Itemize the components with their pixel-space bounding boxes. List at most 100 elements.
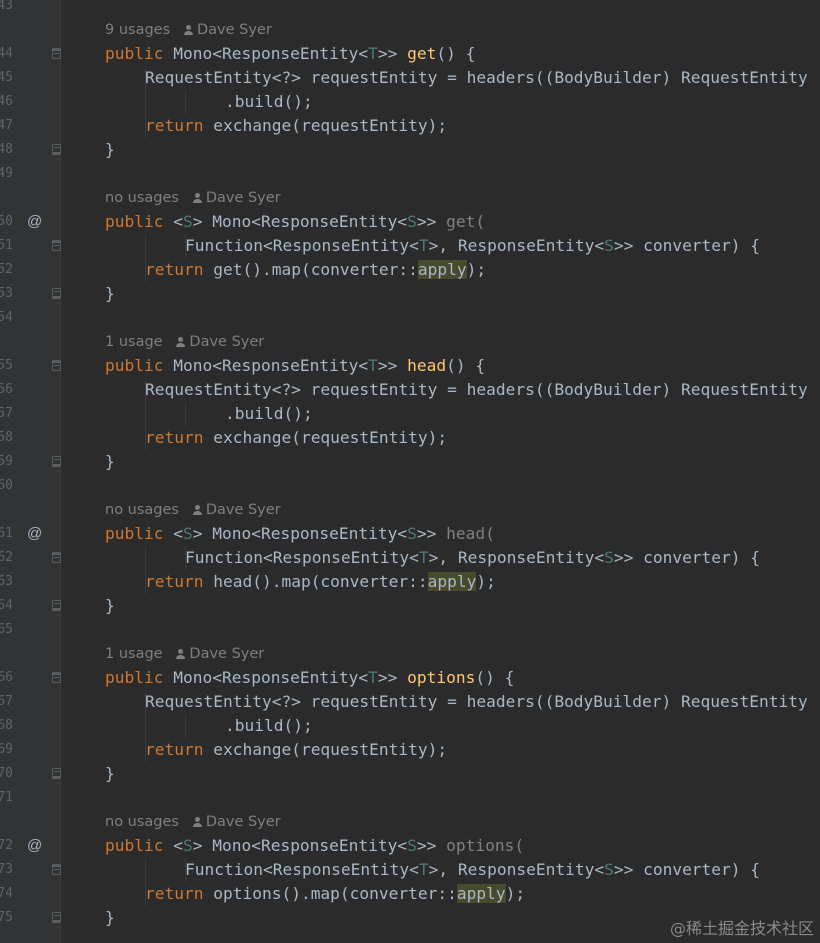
usages-hint[interactable]: 1 usage Dave Syer (105, 642, 264, 666)
code-line[interactable]: 72 @ public <S> Mono<ResponseEntity<S>> op… (0, 834, 820, 858)
code-text[interactable]: return exchange(requestEntity); (145, 426, 447, 450)
usages-count[interactable]: no usages (105, 190, 179, 206)
code-line[interactable]: 64} (0, 594, 820, 618)
code-text[interactable]: } (105, 594, 115, 618)
line-number: 47 (0, 118, 13, 133)
code-text[interactable]: return head().map(converter::apply); (145, 570, 496, 594)
code-line[interactable]: 44 public Mono<ResponseEntity<T>> get() { (0, 42, 820, 66)
code-text[interactable]: Function<ResponseEntity<T>, ResponseEnti… (185, 546, 760, 570)
author-name[interactable]: Dave Syer (206, 814, 281, 830)
code-line[interactable]: 63 return head().map(converter::apply); (0, 570, 820, 594)
code-line[interactable]: 56 RequestEntity<?> requestEntity = heade… (0, 378, 820, 402)
usages-count[interactable]: 9 usages (105, 22, 170, 38)
code-line[interactable]: 58 return exchange(requestEntity); (0, 426, 820, 450)
code-token: () { (475, 668, 515, 687)
code-text[interactable]: Function<ResponseEntity<T>, ResponseEnti… (185, 858, 760, 882)
author-name[interactable]: Dave Syer (197, 22, 272, 38)
code-line[interactable]: 69 return exchange(requestEntity); (0, 738, 820, 762)
person-icon (176, 337, 186, 347)
code-text[interactable]: return exchange(requestEntity); (145, 114, 447, 138)
author-name[interactable]: Dave Syer (206, 502, 281, 518)
code-line[interactable]: 50 @ public <S> Mono<ResponseEntity<S>> ge… (0, 210, 820, 234)
code-text[interactable]: } (105, 906, 115, 930)
code-token: T (368, 44, 378, 63)
line-number: 52 (0, 262, 13, 277)
code-text[interactable]: RequestEntity<?> requestEntity = headers… (145, 378, 808, 402)
code-text[interactable]: .build(); (225, 402, 313, 426)
code-line[interactable]: 57 .build(); (0, 402, 820, 426)
code-editor[interactable]: 43 9 usages Dave Syer 44 public Mono<Respon… (0, 0, 820, 943)
code-text[interactable]: public <S> Mono<ResponseEntity<S>> get( (105, 210, 485, 234)
fold-open-icon[interactable] (52, 552, 61, 563)
line-number: 72 (0, 838, 13, 853)
fold-open-icon[interactable] (52, 672, 61, 683)
code-line[interactable]: 59} (0, 450, 820, 474)
code-text[interactable]: return exchange(requestEntity); (145, 738, 447, 762)
code-text[interactable]: public Mono<ResponseEntity<T>> get() { (105, 42, 475, 66)
fold-close-icon[interactable] (52, 600, 61, 611)
line-number: 62 (0, 550, 13, 565)
override-marker-icon[interactable]: @ (27, 522, 42, 546)
code-text[interactable]: Function<ResponseEntity<T>, ResponseEnti… (185, 234, 760, 258)
code-text[interactable]: RequestEntity<?> requestEntity = headers… (145, 690, 808, 714)
usages-count[interactable]: no usages (105, 814, 179, 830)
code-line[interactable]: 61 @ public <S> Mono<ResponseEntity<S>> he… (0, 522, 820, 546)
usages-hint[interactable]: 9 usages Dave Syer (105, 18, 272, 42)
usages-count[interactable]: no usages (105, 502, 179, 518)
code-text[interactable]: } (105, 762, 115, 786)
line-number: 67 (0, 694, 13, 709)
code-text[interactable]: return get().map(converter::apply); (145, 258, 486, 282)
usages-hint[interactable]: no usages Dave Syer (105, 186, 281, 210)
code-text[interactable]: .build(); (225, 90, 313, 114)
fold-close-icon[interactable] (52, 288, 61, 299)
override-marker-icon[interactable]: @ (27, 210, 42, 234)
author-name[interactable]: Dave Syer (189, 646, 264, 662)
code-text[interactable]: } (105, 450, 115, 474)
usages-hint[interactable]: no usages Dave Syer (105, 498, 281, 522)
code-line[interactable]: 68 .build(); (0, 714, 820, 738)
fold-close-icon[interactable] (52, 912, 61, 923)
line-number: 44 (0, 46, 13, 61)
code-text[interactable]: RequestEntity<?> requestEntity = headers… (145, 66, 808, 90)
code-text[interactable]: } (105, 138, 115, 162)
code-token: >> (377, 44, 408, 63)
code-line[interactable]: 52 return get().map(converter::apply); (0, 258, 820, 282)
override-marker-icon[interactable]: @ (27, 834, 42, 858)
code-line[interactable]: 74 return options().map(converter::apply)… (0, 882, 820, 906)
code-text[interactable]: .build(); (225, 714, 313, 738)
fold-close-icon[interactable] (52, 144, 61, 155)
fold-open-icon[interactable] (52, 48, 61, 59)
code-token: options().map(converter:: (213, 884, 457, 903)
usages-hint[interactable]: 1 usage Dave Syer (105, 330, 264, 354)
code-line[interactable]: 55 public Mono<ResponseEntity<T>> head() … (0, 354, 820, 378)
fold-close-icon[interactable] (52, 456, 61, 467)
fold-open-icon[interactable] (52, 864, 61, 875)
fold-open-icon[interactable] (52, 240, 61, 251)
code-text[interactable]: } (105, 282, 115, 306)
code-text[interactable]: public <S> Mono<ResponseEntity<S>> head( (105, 522, 495, 546)
code-text[interactable]: public Mono<ResponseEntity<T>> options()… (105, 666, 514, 690)
usages-hint[interactable]: no usages Dave Syer (105, 810, 281, 834)
usages-count[interactable]: 1 usage (105, 334, 163, 350)
author-name[interactable]: Dave Syer (206, 190, 281, 206)
code-line[interactable]: 47 return exchange(requestEntity); (0, 114, 820, 138)
code-line[interactable]: 62 Function<ResponseEntity<T>, ResponseEn… (0, 546, 820, 570)
code-text[interactable]: return options().map(converter::apply); (145, 882, 525, 906)
code-token: < (173, 524, 183, 543)
fold-open-icon[interactable] (52, 360, 61, 371)
code-line[interactable]: 67 RequestEntity<?> requestEntity = heade… (0, 690, 820, 714)
code-line[interactable]: 48} (0, 138, 820, 162)
fold-close-icon[interactable] (52, 768, 61, 779)
code-line[interactable]: 66 public Mono<ResponseEntity<T>> options… (0, 666, 820, 690)
usages-count[interactable]: 1 usage (105, 646, 163, 662)
code-line[interactable]: 45 RequestEntity<?> requestEntity = heade… (0, 66, 820, 90)
author-name[interactable]: Dave Syer (189, 334, 264, 350)
code-line[interactable]: 51 Function<ResponseEntity<T>, ResponseEn… (0, 234, 820, 258)
code-text[interactable]: public <S> Mono<ResponseEntity<S>> optio… (105, 834, 524, 858)
code-text[interactable]: public Mono<ResponseEntity<T>> head() { (105, 354, 485, 378)
code-token: > Mono<ResponseEntity< (192, 212, 408, 231)
code-line[interactable]: 53} (0, 282, 820, 306)
code-line[interactable]: 73 Function<ResponseEntity<T>, ResponseEn… (0, 858, 820, 882)
code-line[interactable]: 46 .build(); (0, 90, 820, 114)
code-line[interactable]: 70} (0, 762, 820, 786)
